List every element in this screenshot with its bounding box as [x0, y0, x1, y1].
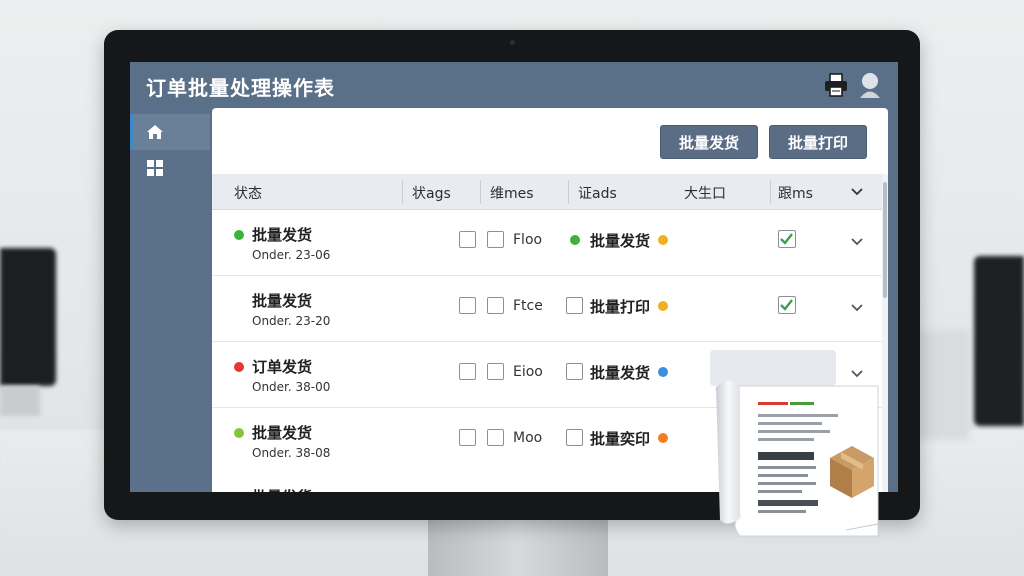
sidebar-item-home[interactable]: [130, 114, 210, 150]
avatar-icon[interactable]: [858, 71, 882, 99]
batch-print-button[interactable]: 批量打印: [769, 125, 867, 159]
row-title: 批量发货: [252, 226, 313, 244]
status-dot: [234, 230, 244, 240]
app-title: 订单批量处理操作表: [146, 76, 335, 100]
column-header[interactable]: 证ads: [578, 183, 617, 203]
column-divider: [480, 180, 481, 204]
row-title: 批量发货: [252, 424, 313, 442]
chevron-down-icon[interactable]: [850, 237, 864, 247]
row-code: Eioo: [513, 364, 543, 380]
background-monitor-right: [974, 256, 1024, 426]
order-number: Onder. 23-06: [252, 248, 331, 262]
printer-icon[interactable]: [822, 72, 850, 98]
confirm-checkbox[interactable]: [778, 296, 796, 314]
confirm-checkbox[interactable]: [778, 230, 796, 248]
background-monitor-left-stand: [0, 386, 40, 416]
check-icon: [780, 233, 793, 245]
row-checkbox[interactable]: [487, 363, 504, 380]
batch-ship-button[interactable]: 批量发货: [660, 125, 758, 159]
monitor-stand: [428, 520, 608, 576]
row-title: 批量发货: [252, 292, 313, 310]
row-action-label: 批量发货: [590, 232, 651, 250]
row-checkbox[interactable]: [487, 231, 504, 248]
row-checkbox[interactable]: [459, 297, 476, 314]
row-code: Ftce: [513, 298, 543, 314]
column-divider: [402, 180, 403, 204]
column-divider: [770, 180, 771, 204]
order-number: Onder. 38-00: [252, 380, 331, 394]
row-checkbox[interactable]: [487, 297, 504, 314]
row-code: Moo: [513, 430, 543, 446]
row-code: Floo: [513, 232, 543, 248]
status-dot: [234, 428, 244, 438]
row-title: 订单发货: [252, 358, 313, 376]
row-checkbox[interactable]: [566, 429, 583, 446]
order-number: Onder. 38-08: [252, 446, 331, 460]
row-checkbox[interactable]: [487, 429, 504, 446]
column-header[interactable]: 状态: [234, 183, 262, 203]
status-dot: [570, 235, 580, 245]
column-header[interactable]: 状ags: [412, 183, 451, 203]
status-dot: [658, 433, 668, 443]
row-action-label: 批量奕印: [590, 430, 651, 448]
row-checkbox[interactable]: [566, 297, 583, 314]
row-action-label: 批量发货: [590, 364, 651, 382]
order-number: Onder. 23-20: [252, 314, 331, 328]
column-header[interactable]: 维mes: [490, 183, 534, 203]
camera-dot: [510, 40, 515, 45]
invoice-icon: [710, 350, 879, 537]
table-row[interactable]: 批量发货 Onder. 23-20 Ftce 批量打印: [212, 276, 882, 342]
table-header: 状态 状ags 维mes 证ads 大生口 跟ms: [212, 174, 882, 210]
status-dot: [234, 362, 244, 372]
row-checkbox[interactable]: [459, 429, 476, 446]
sidebar: [130, 108, 210, 492]
row-action-label: 批量打印: [590, 298, 651, 316]
row-checkbox[interactable]: [459, 363, 476, 380]
table-row[interactable]: 批量发货 Onder. 23-06 Floo 批量发货: [212, 210, 882, 276]
scrollbar-thumb[interactable]: [883, 182, 887, 298]
row-checkbox[interactable]: [566, 363, 583, 380]
chevron-down-icon[interactable]: [850, 303, 864, 313]
check-icon: [780, 299, 793, 311]
column-header[interactable]: 大生口: [684, 183, 726, 203]
status-dot: [658, 235, 668, 245]
chevron-down-icon[interactable]: [850, 187, 864, 197]
row-checkbox[interactable]: [459, 231, 476, 248]
title-bar: 订单批量处理操作表: [130, 62, 898, 108]
sidebar-item-dashboard[interactable]: [130, 150, 210, 186]
status-dot: [658, 367, 668, 377]
column-divider: [568, 180, 569, 204]
row-title: 批量发货: [252, 486, 312, 492]
status-dot: [658, 301, 668, 311]
home-icon: [147, 125, 163, 139]
column-header[interactable]: 跟ms: [778, 183, 813, 203]
background-monitor-left: [0, 248, 56, 386]
grid-icon: [147, 160, 163, 176]
